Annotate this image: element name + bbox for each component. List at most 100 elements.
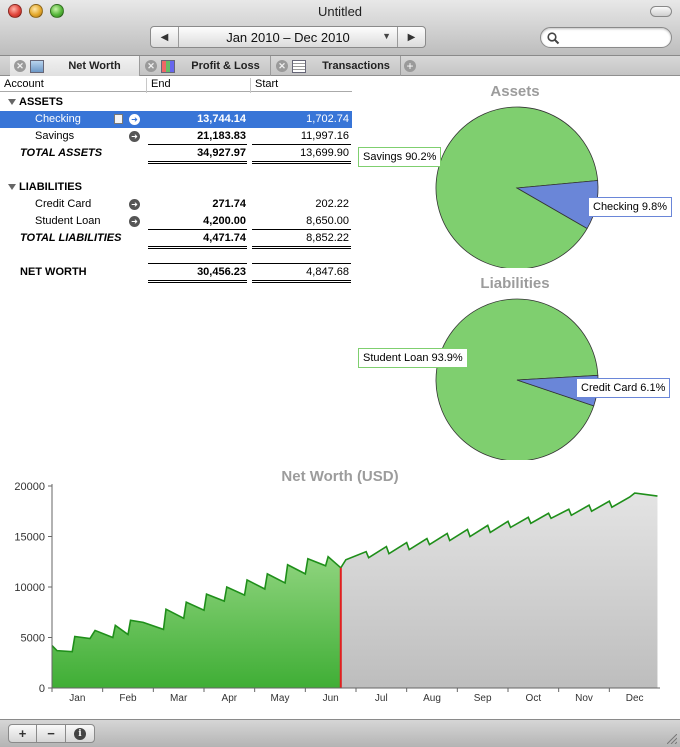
tab-transactions[interactable]: ✕ Transactions — [272, 56, 401, 76]
column-header-account[interactable]: Account — [4, 78, 44, 90]
net-worth-area-chart: 0 5000 10000 15000 20000 Jan Feb Mar Apr May Jun Ju… — [14, 481, 660, 704]
x-tick-label: Dec — [626, 693, 644, 704]
x-tick-label: Sep — [474, 693, 492, 704]
previous-period-button[interactable]: ◀ — [151, 27, 179, 47]
tab-profit-loss[interactable]: ✕ Profit & Loss — [141, 56, 271, 76]
table-row-student-loan[interactable]: Student Loan ➜ 4,200.00 8,650.00 — [0, 213, 352, 230]
x-tick-label: Nov — [575, 693, 593, 704]
close-tab-icon[interactable]: ✕ — [276, 60, 288, 72]
date-range-control: ◀ Jan 2010 – Dec 2010 ▼ ▶ — [150, 26, 426, 48]
account-name: Student Loan — [35, 215, 101, 227]
y-tick-label: 20000 — [14, 481, 45, 493]
add-tab-button[interactable]: + — [404, 60, 416, 72]
total-start: 8,852.22 — [306, 232, 349, 244]
report-tab-bar: ✕ Net Worth ✕ Profit & Loss ✕ Transactio… — [0, 56, 680, 76]
end-balance: 4,200.00 — [203, 215, 246, 227]
disclosure-triangle-icon[interactable] — [8, 184, 16, 190]
assets-chart-title: Assets — [490, 83, 540, 100]
group-row-liabilities[interactable]: LIABILITIES — [0, 179, 352, 196]
close-tab-icon[interactable]: ✕ — [14, 60, 26, 72]
add-button[interactable]: + — [8, 724, 37, 743]
info-button[interactable]: i — [65, 724, 95, 743]
net-worth-label: NET WORTH — [20, 266, 87, 278]
account-name: Credit Card — [35, 198, 92, 210]
past-area — [52, 556, 341, 688]
total-end: 34,927.97 — [197, 147, 246, 159]
column-separator — [250, 78, 251, 93]
y-tick-label: 5000 — [21, 633, 45, 645]
end-balance: 13,744.14 — [197, 113, 246, 125]
end-balance: 21,183.83 — [197, 130, 246, 142]
go-arrow-icon[interactable]: ➜ — [129, 216, 140, 227]
double-underline — [252, 246, 351, 249]
chart-icon — [30, 59, 44, 73]
search-icon — [547, 32, 560, 45]
disclosure-triangle-icon[interactable] — [8, 99, 16, 105]
y-tick-label: 15000 — [14, 532, 45, 544]
search-input[interactable] — [540, 27, 672, 48]
tab-net-worth[interactable]: ✕ Net Worth — [10, 56, 140, 76]
go-arrow-icon[interactable]: ➜ — [129, 114, 140, 125]
tab-label: Net Worth — [68, 60, 121, 72]
pie-label-savings: Savings 90.2% — [358, 147, 442, 167]
column-header-end[interactable]: End — [151, 78, 171, 90]
go-arrow-icon[interactable]: ➜ — [129, 131, 140, 142]
total-end: 4,471.74 — [203, 232, 246, 244]
x-tick-label: Oct — [526, 693, 542, 704]
ledger-icon — [292, 59, 306, 73]
double-underline — [148, 161, 247, 164]
tab-label: Profit & Loss — [191, 60, 260, 72]
double-underline — [148, 246, 247, 249]
pie-label-credit-card: Credit Card 6.1% — [576, 378, 671, 398]
note-icon[interactable] — [114, 114, 123, 124]
x-tick-label: Feb — [119, 693, 137, 704]
title-bar: Untitled ◀ Jan 2010 – Dec 2010 ▼ ▶ — [0, 0, 680, 56]
liabilities-chart-title: Liabilities — [480, 275, 550, 292]
group-heading: LIABILITIES — [19, 181, 82, 193]
close-tab-icon[interactable]: ✕ — [145, 60, 157, 72]
table-row-checking[interactable]: Checking ➜ 13,744.14 1,702.74 — [0, 111, 352, 128]
account-name: Savings — [35, 130, 75, 142]
balance-sheet-table: Account End Start ASSETS Checking ➜ 13,7… — [0, 77, 352, 283]
group-row-assets[interactable]: ASSETS — [0, 94, 352, 111]
toolbar-toggle-button[interactable] — [650, 6, 672, 17]
start-balance: 1,702.74 — [306, 113, 349, 125]
start-balance: 8,650.00 — [306, 215, 349, 227]
bar-chart-icon — [161, 59, 175, 73]
x-tick-label: Apr — [222, 693, 238, 704]
bottom-bar: + − i — [0, 719, 680, 747]
x-tick-label: Jan — [69, 693, 85, 704]
y-tick-label: 10000 — [14, 582, 45, 594]
x-tick-label: Jul — [375, 693, 388, 704]
double-underline — [148, 280, 247, 283]
app-window: Untitled ◀ Jan 2010 – Dec 2010 ▼ ▶ ✕ Net… — [0, 0, 680, 747]
date-range-popup[interactable]: Jan 2010 – Dec 2010 ▼ — [179, 27, 397, 47]
total-label: TOTAL ASSETS — [20, 147, 103, 159]
pie-label-student-loan: Student Loan 93.9% — [358, 348, 468, 368]
go-arrow-icon[interactable]: ➜ — [129, 199, 140, 210]
window-title: Untitled — [317, 4, 363, 19]
total-row-assets: TOTAL ASSETS 34,927.97 13,699.90 — [0, 145, 352, 162]
assets-pie-chart — [435, 106, 599, 268]
account-name: Checking — [35, 113, 81, 125]
table-header: Account End Start — [0, 77, 352, 93]
total-row-liabilities: TOTAL LIABILITIES 4,471.74 8,852.22 — [0, 230, 352, 247]
tab-label: Transactions — [322, 60, 390, 72]
remove-button[interactable]: − — [36, 724, 66, 743]
x-tick-label: Jun — [323, 693, 339, 704]
y-tick-label: 0 — [39, 683, 45, 695]
start-balance: 202.22 — [315, 198, 349, 210]
net-worth-row: NET WORTH 30,456.23 4,847.68 — [0, 264, 352, 281]
date-range-label: Jan 2010 – Dec 2010 — [226, 29, 350, 45]
net-worth-end: 30,456.23 — [197, 266, 246, 278]
column-header-start[interactable]: Start — [255, 78, 278, 90]
x-tick-label: May — [271, 693, 290, 704]
table-row-savings[interactable]: Savings ➜ 21,183.83 11,997.16 — [0, 128, 352, 145]
table-row-credit-card[interactable]: Credit Card ➜ 271.74 202.22 — [0, 196, 352, 213]
column-separator — [146, 78, 147, 93]
end-balance: 271.74 — [212, 198, 246, 210]
resize-grip-icon[interactable] — [667, 734, 677, 744]
future-area — [340, 493, 658, 688]
chevron-down-icon: ▼ — [382, 31, 391, 41]
next-period-button[interactable]: ▶ — [397, 27, 425, 47]
